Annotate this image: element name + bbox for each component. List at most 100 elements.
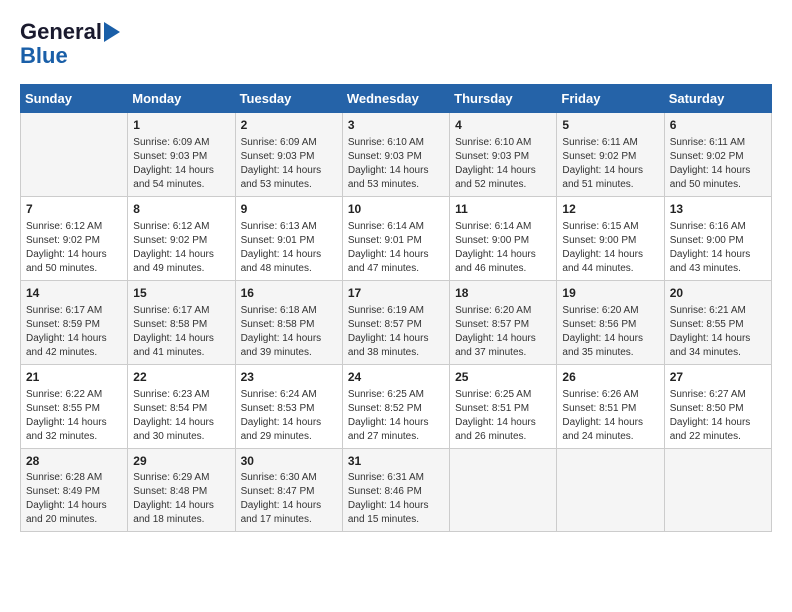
calendar-cell: 11Sunrise: 6:14 AM Sunset: 9:00 PM Dayli… (450, 197, 557, 281)
calendar-cell: 16 Sunrise: 6:18 AM Sunset: 8:58 PM Dayli… (235, 280, 342, 364)
cell-content: Sunrise: 6:26 AM Sunset: 8:51 PM Dayligh… (562, 388, 658, 444)
calendar-cell (450, 448, 557, 532)
day-number: 13 (670, 201, 766, 218)
calendar-cell: 9Sunrise: 6:13 AM Sunset: 9:01 PM Daylig… (235, 197, 342, 281)
calendar-week-row: 28Sunrise: 6:28 AM Sunset: 8:49 PM Dayli… (21, 448, 772, 532)
calendar-cell: 31Sunrise: 6:31 AM Sunset: 8:46 PM Dayli… (342, 448, 449, 532)
cell-content: Sunrise: 6:20 AM Sunset: 8:56 PM Dayligh… (562, 304, 658, 360)
calendar-cell: 30Sunrise: 6:30 AM Sunset: 8:47 PM Dayli… (235, 448, 342, 532)
day-number: 4 (455, 117, 551, 134)
calendar-cell (664, 448, 771, 532)
cell-content: Sunrise: 6:16 AM Sunset: 9:00 PM Dayligh… (670, 220, 766, 276)
day-number: 19 (562, 285, 658, 302)
cell-content: Sunrise: 6:21 AM Sunset: 8:55 PM Dayligh… (670, 304, 766, 360)
day-number: 2 (241, 117, 337, 134)
weekday-header-wednesday: Wednesday (342, 85, 449, 113)
calendar-week-row: 21 Sunrise: 6:22 AM Sunset: 8:55 PM Dayli… (21, 364, 772, 448)
cell-content: Sunrise: 6:09 AM Sunset: 9:03 PM Dayligh… (241, 136, 337, 192)
calendar-cell: 19 Sunrise: 6:20 AM Sunset: 8:56 PM Dayli… (557, 280, 664, 364)
cell-content: Sunrise: 6:15 AM Sunset: 9:00 PM Dayligh… (562, 220, 658, 276)
calendar-cell: 27 Sunrise: 6:27 AM Sunset: 8:50 PM Dayli… (664, 364, 771, 448)
day-number: 23 (241, 369, 337, 386)
logo: General Blue (20, 20, 120, 68)
calendar-cell: 25 Sunrise: 6:25 AM Sunset: 8:51 PM Dayli… (450, 364, 557, 448)
cell-content: Sunrise: 6:29 AM Sunset: 8:48 PM Dayligh… (133, 471, 229, 527)
cell-content: Sunrise: 6:10 AM Sunset: 9:03 PM Dayligh… (348, 136, 444, 192)
page-header: General Blue (20, 20, 772, 68)
cell-content: Sunrise: 6:14 AM Sunset: 9:01 PM Dayligh… (348, 220, 444, 276)
calendar-cell: 4 Sunrise: 6:10 AM Sunset: 9:03 PM Daylig… (450, 113, 557, 197)
cell-content: Sunrise: 6:22 AM Sunset: 8:55 PM Dayligh… (26, 388, 122, 444)
cell-content: Sunrise: 6:25 AM Sunset: 8:52 PM Dayligh… (348, 388, 444, 444)
calendar-cell: 10 Sunrise: 6:14 AM Sunset: 9:01 PM Dayli… (342, 197, 449, 281)
day-number: 3 (348, 117, 444, 134)
weekday-header-friday: Friday (557, 85, 664, 113)
day-number: 10 (348, 201, 444, 218)
weekday-header-thursday: Thursday (450, 85, 557, 113)
calendar-cell: 6 Sunrise: 6:11 AM Sunset: 9:02 PM Daylig… (664, 113, 771, 197)
calendar-cell: 2 Sunrise: 6:09 AM Sunset: 9:03 PM Daylig… (235, 113, 342, 197)
logo-arrow-icon (104, 22, 120, 42)
calendar-week-row: 1 Sunrise: 6:09 AM Sunset: 9:03 PM Daylig… (21, 113, 772, 197)
cell-content: Sunrise: 6:11 AM Sunset: 9:02 PM Dayligh… (670, 136, 766, 192)
day-number: 12 (562, 201, 658, 218)
day-number: 16 (241, 285, 337, 302)
day-number: 7 (26, 201, 122, 218)
day-number: 29 (133, 453, 229, 470)
logo-text-general: General (20, 20, 102, 44)
cell-content: Sunrise: 6:10 AM Sunset: 9:03 PM Dayligh… (455, 136, 551, 192)
day-number: 28 (26, 453, 122, 470)
calendar-cell: 21 Sunrise: 6:22 AM Sunset: 8:55 PM Dayli… (21, 364, 128, 448)
cell-content: Sunrise: 6:18 AM Sunset: 8:58 PM Dayligh… (241, 304, 337, 360)
calendar-cell: 5 Sunrise: 6:11 AM Sunset: 9:02 PM Daylig… (557, 113, 664, 197)
day-number: 21 (26, 369, 122, 386)
calendar-cell: 22Sunrise: 6:23 AM Sunset: 8:54 PM Dayli… (128, 364, 235, 448)
cell-content: Sunrise: 6:11 AM Sunset: 9:02 PM Dayligh… (562, 136, 658, 192)
day-number: 14 (26, 285, 122, 302)
calendar-cell: 17 Sunrise: 6:19 AM Sunset: 8:57 PM Dayli… (342, 280, 449, 364)
day-number: 22 (133, 369, 229, 386)
cell-content: Sunrise: 6:30 AM Sunset: 8:47 PM Dayligh… (241, 471, 337, 527)
calendar-cell: 12 Sunrise: 6:15 AM Sunset: 9:00 PM Dayli… (557, 197, 664, 281)
calendar-cell: 26 Sunrise: 6:26 AM Sunset: 8:51 PM Dayli… (557, 364, 664, 448)
calendar-cell: 14 Sunrise: 6:17 AM Sunset: 8:59 PM Dayli… (21, 280, 128, 364)
calendar-cell (21, 113, 128, 197)
cell-content: Sunrise: 6:09 AM Sunset: 9:03 PM Dayligh… (133, 136, 229, 192)
calendar-cell: 8Sunrise: 6:12 AM Sunset: 9:02 PM Daylig… (128, 197, 235, 281)
cell-content: Sunrise: 6:27 AM Sunset: 8:50 PM Dayligh… (670, 388, 766, 444)
day-number: 6 (670, 117, 766, 134)
logo-text-blue: Blue (20, 43, 68, 68)
cell-content: Sunrise: 6:12 AM Sunset: 9:02 PM Dayligh… (133, 220, 229, 276)
cell-content: Sunrise: 6:17 AM Sunset: 8:58 PM Dayligh… (133, 304, 229, 360)
cell-content: Sunrise: 6:24 AM Sunset: 8:53 PM Dayligh… (241, 388, 337, 444)
day-number: 5 (562, 117, 658, 134)
calendar-cell: 13 Sunrise: 6:16 AM Sunset: 9:00 PM Dayli… (664, 197, 771, 281)
cell-content: Sunrise: 6:17 AM Sunset: 8:59 PM Dayligh… (26, 304, 122, 360)
calendar-cell: 28Sunrise: 6:28 AM Sunset: 8:49 PM Dayli… (21, 448, 128, 532)
calendar-cell: 20 Sunrise: 6:21 AM Sunset: 8:55 PM Dayli… (664, 280, 771, 364)
day-number: 27 (670, 369, 766, 386)
day-number: 11 (455, 201, 551, 218)
weekday-header-tuesday: Tuesday (235, 85, 342, 113)
cell-content: Sunrise: 6:13 AM Sunset: 9:01 PM Dayligh… (241, 220, 337, 276)
calendar-cell: 1 Sunrise: 6:09 AM Sunset: 9:03 PM Daylig… (128, 113, 235, 197)
cell-content: Sunrise: 6:31 AM Sunset: 8:46 PM Dayligh… (348, 471, 444, 527)
day-number: 26 (562, 369, 658, 386)
weekday-header-sunday: Sunday (21, 85, 128, 113)
cell-content: Sunrise: 6:28 AM Sunset: 8:49 PM Dayligh… (26, 471, 122, 527)
weekday-header-saturday: Saturday (664, 85, 771, 113)
day-number: 17 (348, 285, 444, 302)
calendar-cell: 29Sunrise: 6:29 AM Sunset: 8:48 PM Dayli… (128, 448, 235, 532)
cell-content: Sunrise: 6:19 AM Sunset: 8:57 PM Dayligh… (348, 304, 444, 360)
calendar-table: SundayMondayTuesdayWednesdayThursdayFrid… (20, 84, 772, 532)
day-number: 30 (241, 453, 337, 470)
calendar-cell: 23 Sunrise: 6:24 AM Sunset: 8:53 PM Dayli… (235, 364, 342, 448)
day-number: 25 (455, 369, 551, 386)
cell-content: Sunrise: 6:12 AM Sunset: 9:02 PM Dayligh… (26, 220, 122, 276)
calendar-header-row: SundayMondayTuesdayWednesdayThursdayFrid… (21, 85, 772, 113)
cell-content: Sunrise: 6:25 AM Sunset: 8:51 PM Dayligh… (455, 388, 551, 444)
day-number: 20 (670, 285, 766, 302)
calendar-body: 1 Sunrise: 6:09 AM Sunset: 9:03 PM Daylig… (21, 113, 772, 532)
day-number: 1 (133, 117, 229, 134)
day-number: 15 (133, 285, 229, 302)
